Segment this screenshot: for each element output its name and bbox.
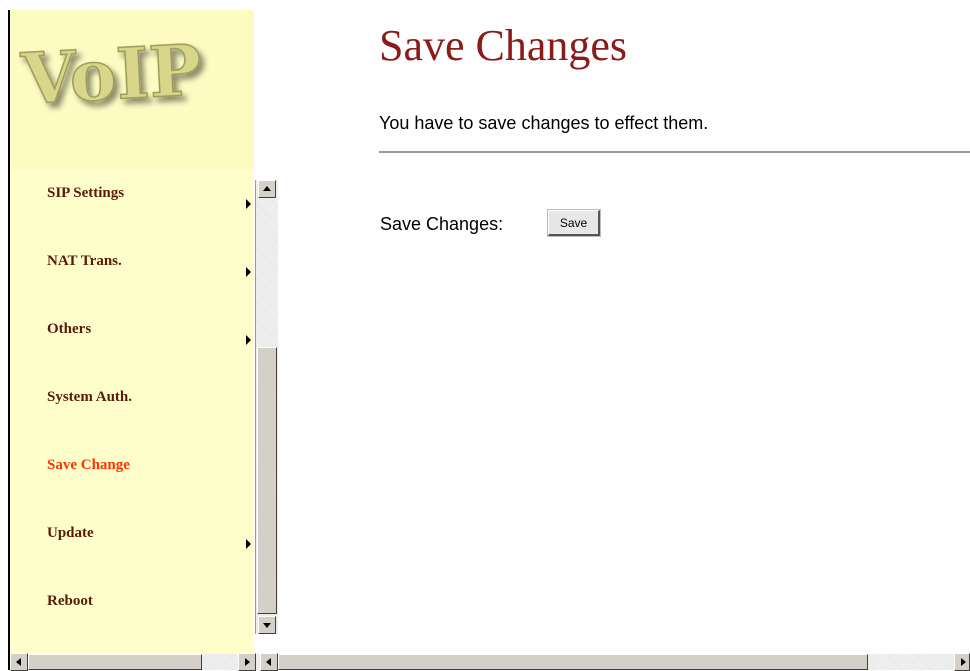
arrow-up-icon: [263, 186, 271, 191]
sidebar-item-label: SIP Settings: [47, 185, 125, 201]
arrow-left-icon: [16, 658, 21, 666]
main-horizontal-scroll-thumb[interactable]: [278, 654, 868, 670]
main-scroll-left-button[interactable]: [260, 653, 278, 671]
sidebar-item-sip-settings[interactable]: SIP Settings: [10, 185, 254, 215]
page-description: You have to save changes to effect them.: [379, 113, 709, 133]
scroll-up-button[interactable]: [258, 180, 276, 198]
save-changes-label: Save Changes:: [380, 214, 504, 234]
arrow-left-icon: [266, 658, 271, 666]
arrow-right-icon: [245, 658, 250, 666]
sidebar-item-nat-trans[interactable]: NAT Trans.: [10, 253, 254, 283]
submenu-arrow-icon: [246, 539, 251, 549]
sidebar-item-system-auth[interactable]: System Auth.: [10, 389, 254, 419]
submenu-arrow-icon: [246, 267, 251, 277]
sidebar-item-label: Save Change: [47, 457, 130, 473]
scroll-down-button[interactable]: [258, 616, 276, 634]
sidebar-item-label: Update: [47, 525, 94, 541]
sidebar-item-label: System Auth.: [47, 389, 133, 405]
scroll-left-button[interactable]: [10, 653, 28, 671]
sidebar-item-reboot[interactable]: Reboot: [10, 593, 254, 623]
main-scroll-right-button[interactable]: [954, 653, 970, 671]
save-button[interactable]: Save: [547, 209, 601, 237]
main-horizontal-scrollbar[interactable]: [256, 653, 970, 671]
sidebar-item-label: Reboot: [47, 593, 93, 609]
scroll-right-button[interactable]: [238, 653, 256, 671]
sidebar-item-label: Others: [47, 321, 92, 337]
arrow-down-icon: [263, 623, 271, 628]
sidebar-vertical-scrollbar[interactable]: [255, 180, 278, 634]
sidebar-item-save-change[interactable]: Save Change: [10, 457, 254, 487]
submenu-arrow-icon: [246, 335, 251, 345]
scroll-thumb[interactable]: [257, 347, 277, 614]
page-title: Save Changes: [379, 21, 628, 70]
horizontal-scroll-thumb[interactable]: [28, 654, 202, 670]
sidebar-item-others[interactable]: Others: [10, 321, 254, 351]
voip-logo-graphic: VoIP: [18, 28, 205, 122]
sidebar-item-update[interactable]: Update: [10, 525, 254, 555]
svg-text:VoIP: VoIP: [19, 28, 204, 120]
sidebar-horizontal-scrollbar[interactable]: [10, 653, 256, 671]
sidebar-item-label: NAT Trans.: [47, 253, 122, 269]
voip-logo: VoIP: [10, 10, 254, 170]
submenu-arrow-icon: [246, 199, 251, 209]
divider: [379, 151, 970, 153]
sidebar-frame: VoIP SIP Settings NAT Trans. Others System …: [10, 10, 254, 655]
arrow-right-icon: [961, 658, 966, 666]
